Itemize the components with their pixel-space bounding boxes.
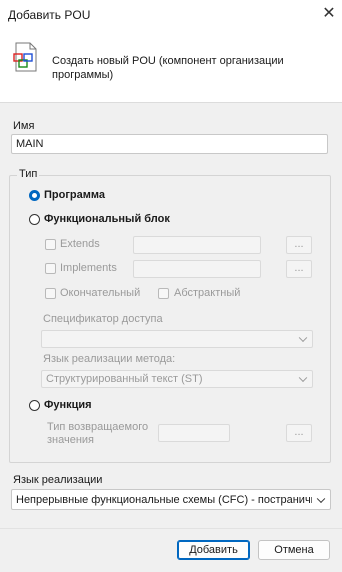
implements-field[interactable] <box>133 260 261 278</box>
header-divider <box>0 102 342 103</box>
function-block-radio[interactable] <box>29 214 40 225</box>
function-block-radio-label[interactable]: Функциональный блок <box>44 213 170 225</box>
method-language-select[interactable]: Структурированный текст (ST) <box>41 370 313 388</box>
extends-field[interactable] <box>133 236 261 254</box>
name-input[interactable] <box>11 134 328 154</box>
method-language-label: Язык реализации метода: <box>43 353 176 365</box>
program-radio[interactable] <box>29 190 40 201</box>
chevron-down-icon <box>316 494 326 503</box>
extends-browse-button[interactable]: ... <box>286 236 312 254</box>
name-label: Имя <box>13 120 35 132</box>
final-checkbox[interactable] <box>45 288 56 299</box>
window-title: Добавить POU <box>8 8 91 22</box>
final-label: Окончательный <box>60 287 141 299</box>
extends-label: Extends <box>60 238 100 250</box>
function-radio-label[interactable]: Функция <box>44 399 92 411</box>
method-language-value: Структурированный текст (ST) <box>46 373 203 385</box>
type-group-label: Тип <box>17 168 40 180</box>
extends-checkbox[interactable] <box>45 239 56 250</box>
chevron-down-icon <box>298 333 308 343</box>
abstract-label: Абстрактный <box>174 287 241 299</box>
return-type-field[interactable] <box>158 424 230 442</box>
header-description: Создать новый POU (компонент организации… <box>52 55 284 81</box>
implements-browse-button[interactable]: ... <box>286 260 312 278</box>
program-radio-label[interactable]: Программа <box>44 189 105 201</box>
access-specifier-label: Спецификатор доступа <box>43 313 163 325</box>
implements-label: Implements <box>60 262 117 274</box>
implements-checkbox[interactable] <box>45 263 56 274</box>
add-button[interactable]: Добавить <box>177 540 250 560</box>
cancel-button[interactable]: Отмена <box>258 540 330 560</box>
close-icon[interactable]: ✕ <box>318 4 340 26</box>
return-type-browse-button[interactable]: ... <box>286 424 312 442</box>
implementation-language-label: Язык реализации <box>13 474 103 486</box>
implementation-language-value: Непрерывные функциональные схемы (CFC) -… <box>16 494 312 506</box>
function-radio[interactable] <box>29 400 40 411</box>
access-specifier-select[interactable] <box>41 330 313 348</box>
chevron-down-icon <box>298 373 308 383</box>
pou-document-icon <box>13 42 37 72</box>
implementation-language-select[interactable]: Непрерывные функциональные схемы (CFC) -… <box>11 489 331 510</box>
return-type-label: Тип возвращаемого значения <box>47 421 149 446</box>
footer-divider <box>0 528 342 529</box>
abstract-checkbox[interactable] <box>158 288 169 299</box>
